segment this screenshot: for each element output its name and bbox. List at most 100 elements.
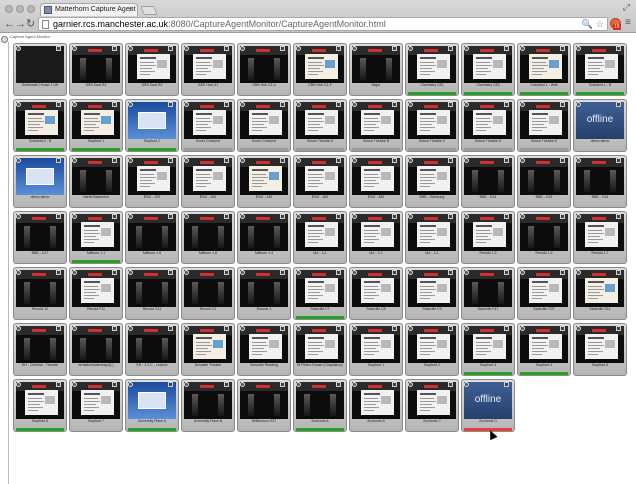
- agent-close-icon[interactable]: [622, 214, 626, 219]
- agent-settings-icon[interactable]: [408, 326, 413, 331]
- agent-close-icon[interactable]: [398, 102, 402, 107]
- window-close-dot[interactable]: [5, 5, 13, 13]
- agent-zoom-icon[interactable]: [112, 158, 117, 163]
- capture-agent-tile[interactable]: EH - 1.0 C - Lecture: [125, 323, 179, 376]
- agent-preview-image[interactable]: [520, 158, 568, 195]
- capture-agent-tile[interactable]: Renold C2: [181, 267, 235, 320]
- agent-preview-image[interactable]: [72, 46, 120, 83]
- agent-preview-image[interactable]: [296, 270, 344, 307]
- agent-close-icon[interactable]: [342, 326, 346, 331]
- capture-agent-tile[interactable]: Stopford 1: [349, 323, 403, 376]
- agent-preview-image[interactable]: [296, 158, 344, 195]
- capture-agent-tile[interactable]: ENG - 340: [237, 155, 291, 208]
- capture-agent-tile[interactable]: Millburn 1.4: [237, 211, 291, 264]
- agent-zoom-icon[interactable]: [504, 46, 509, 51]
- agent-close-icon[interactable]: [174, 46, 178, 51]
- agent-zoom-icon[interactable]: [560, 102, 565, 107]
- agent-zoom-icon[interactable]: [280, 382, 285, 387]
- agent-close-icon[interactable]: [62, 46, 66, 51]
- agent-close-icon[interactable]: [398, 214, 402, 219]
- agent-zoom-icon[interactable]: [280, 102, 285, 107]
- agent-settings-icon[interactable]: [520, 102, 525, 107]
- agent-close-icon[interactable]: [566, 214, 570, 219]
- capture-agent-tile[interactable]: BBB - G14: [461, 155, 515, 208]
- capture-agent-tile[interactable]: Zochonis C: [405, 379, 459, 432]
- agent-zoom-icon[interactable]: [224, 326, 229, 331]
- agent-zoom-icon[interactable]: [392, 382, 397, 387]
- capture-agent-tile[interactable]: BBB - G17: [13, 211, 67, 264]
- agent-zoom-icon[interactable]: [560, 158, 565, 163]
- agent-close-icon[interactable]: [454, 102, 458, 107]
- agent-zoom-icon[interactable]: [504, 382, 509, 387]
- agent-zoom-icon[interactable]: [280, 214, 285, 219]
- agent-settings-icon[interactable]: [240, 214, 245, 219]
- agent-settings-icon[interactable]: [240, 382, 245, 387]
- agent-settings-icon[interactable]: [16, 382, 21, 387]
- capture-agent-tile[interactable]: Stopford 1: [69, 99, 123, 152]
- capture-agent-tile[interactable]: Renold F11: [69, 267, 123, 320]
- agent-zoom-icon[interactable]: [112, 326, 117, 331]
- capture-agent-tile[interactable]: Crawford 1 - Wall: [517, 43, 571, 96]
- agent-preview-image[interactable]: [184, 46, 232, 83]
- agent-zoom-icon[interactable]: [616, 102, 621, 107]
- agent-settings-icon[interactable]: [296, 158, 301, 163]
- agent-preview-image[interactable]: [464, 46, 512, 83]
- agent-zoom-icon[interactable]: [224, 46, 229, 51]
- agent-zoom-icon[interactable]: [392, 46, 397, 51]
- agent-settings-icon[interactable]: [184, 326, 189, 331]
- capture-agent-tile[interactable]: ENG - 480: [349, 155, 403, 208]
- agent-close-icon[interactable]: [454, 270, 458, 275]
- agent-preview-image[interactable]: [464, 158, 512, 195]
- agent-close-icon[interactable]: [174, 326, 178, 331]
- agent-close-icon[interactable]: [566, 46, 570, 51]
- capture-agent-tile[interactable]: GBS Hub G1-F: [293, 43, 347, 96]
- agent-settings-icon[interactable]: [408, 382, 413, 387]
- agent-preview-image[interactable]: [352, 382, 400, 419]
- capture-agent-tile[interactable]: Schuster Reading: [237, 323, 291, 376]
- agent-settings-icon[interactable]: [184, 382, 189, 387]
- agent-settings-icon[interactable]: [576, 158, 581, 163]
- agent-settings-icon[interactable]: [16, 102, 21, 107]
- agent-close-icon[interactable]: [510, 46, 514, 51]
- agent-settings-icon[interactable]: [184, 102, 189, 107]
- agent-preview-image[interactable]: [464, 270, 512, 307]
- agent-close-icon[interactable]: [622, 102, 626, 107]
- agent-close-icon[interactable]: [286, 46, 290, 51]
- agent-preview-image[interactable]: [576, 158, 624, 195]
- capture-agent-tile[interactable]: demo-demo: [13, 155, 67, 208]
- agent-zoom-icon[interactable]: [168, 214, 173, 219]
- agent-preview-image[interactable]: [184, 382, 232, 419]
- agent-close-icon[interactable]: [286, 158, 290, 163]
- agent-close-icon[interactable]: [230, 382, 234, 387]
- agent-preview-image[interactable]: [128, 46, 176, 83]
- agent-settings-icon[interactable]: [520, 158, 525, 163]
- agent-close-icon[interactable]: [118, 326, 122, 331]
- agent-preview-image[interactable]: [240, 102, 288, 139]
- agent-settings-icon[interactable]: [16, 158, 21, 163]
- agent-zoom-icon[interactable]: [168, 326, 173, 331]
- window-minimize-dot[interactable]: [16, 5, 24, 13]
- agent-close-icon[interactable]: [230, 102, 234, 107]
- agent-preview-image[interactable]: [576, 46, 624, 83]
- agent-preview-image[interactable]: [296, 46, 344, 83]
- agent-settings-icon[interactable]: [464, 158, 469, 163]
- agent-close-icon[interactable]: [62, 214, 66, 219]
- agent-close-icon[interactable]: [566, 326, 570, 331]
- agent-zoom-icon[interactable]: [616, 46, 621, 51]
- agent-close-icon[interactable]: [342, 158, 346, 163]
- agent-preview-image[interactable]: [128, 326, 176, 363]
- agent-preview-image[interactable]: [408, 270, 456, 307]
- agent-close-icon[interactable]: [510, 270, 514, 275]
- agent-settings-icon[interactable]: [464, 270, 469, 275]
- agent-zoom-icon[interactable]: [224, 102, 229, 107]
- agent-settings-icon[interactable]: [296, 326, 301, 331]
- agent-zoom-icon[interactable]: [224, 158, 229, 163]
- agent-close-icon[interactable]: [398, 382, 402, 387]
- agent-preview-image[interactable]: [184, 214, 232, 251]
- agent-zoom-icon[interactable]: [56, 102, 61, 107]
- agent-close-icon[interactable]: [118, 214, 122, 219]
- agent-settings-icon[interactable]: [464, 326, 469, 331]
- agent-preview-image[interactable]: offline: [464, 382, 512, 419]
- agent-zoom-icon[interactable]: [112, 270, 117, 275]
- capture-agent-tile[interactable]: Dover Crescent: [237, 99, 291, 152]
